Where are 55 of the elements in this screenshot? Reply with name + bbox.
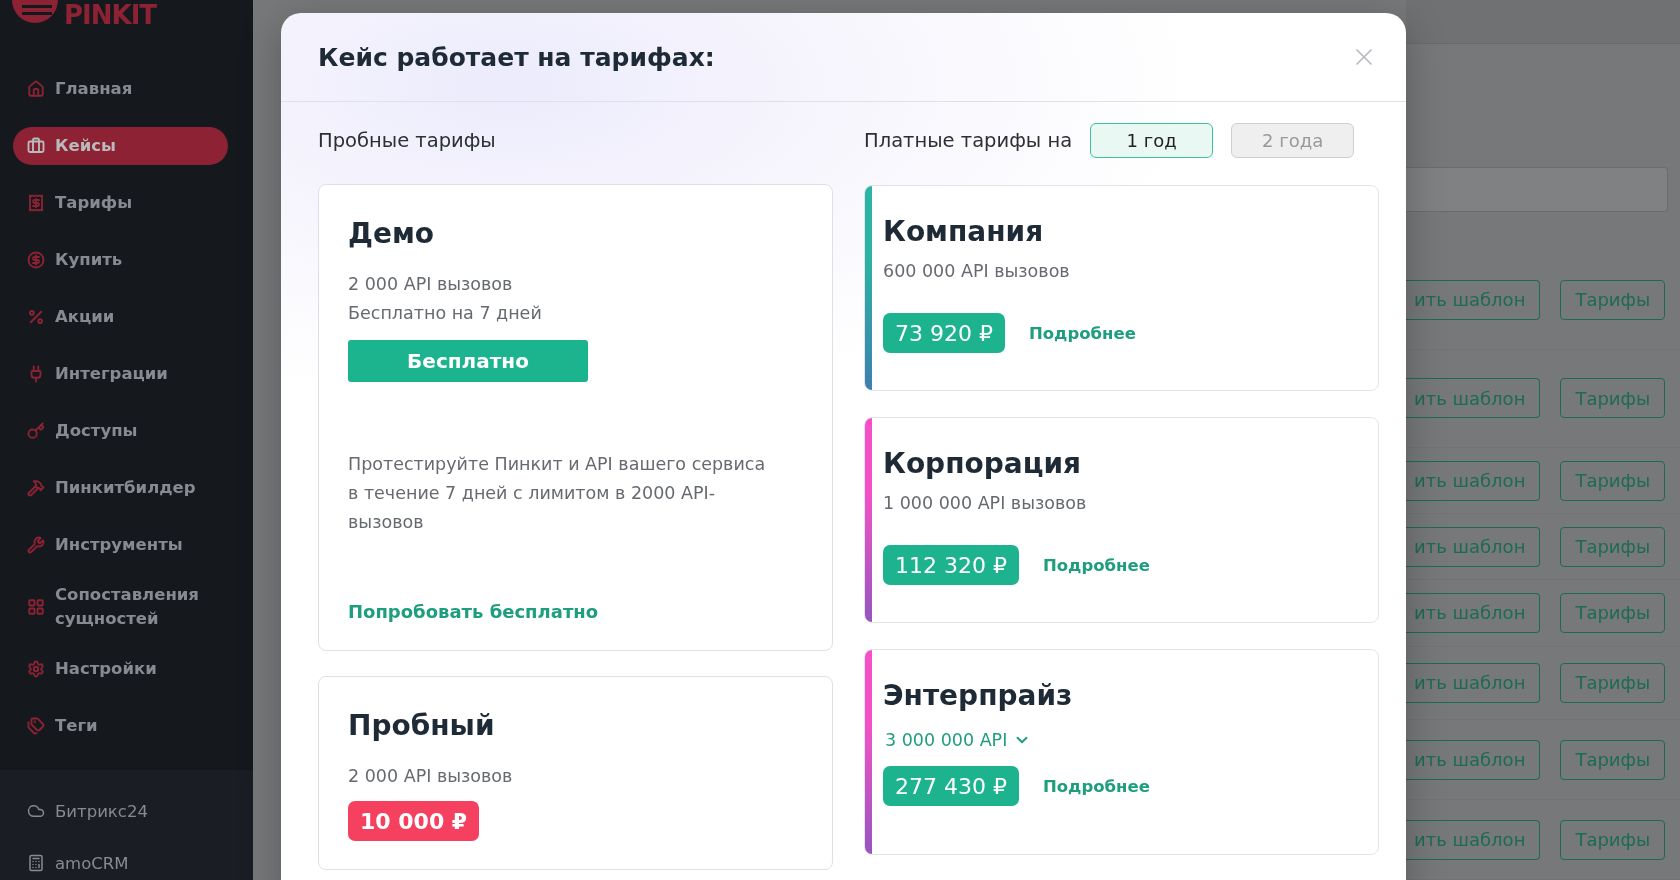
plan-title: Корпорация [883, 446, 1083, 482]
logo-text: PINKIT [64, 0, 157, 30]
plan-detail: 1 000 000 API вызовов [883, 492, 1088, 515]
free-button[interactable]: Бесплатно [348, 340, 588, 382]
price-badge: 10 000 ₽ [348, 801, 480, 841]
hammer-icon [27, 479, 45, 497]
price-badge: 112 320 ₽ [883, 545, 1019, 585]
price-badge: 73 920 ₽ [883, 313, 1005, 353]
plan-title: Энтерпрайз [883, 678, 1074, 714]
nav-item[interactable]: Купить [13, 241, 228, 279]
details-link[interactable]: Подробнее [1042, 776, 1150, 796]
plan-detail: 2 000 API вызовов [348, 273, 514, 296]
plan-title: Компания [883, 214, 1045, 250]
nav-item[interactable]: Кейсы [13, 127, 228, 165]
nav-item[interactable]: Главная [13, 70, 228, 108]
receipt-icon [27, 194, 45, 212]
details-link[interactable]: Подробнее [1042, 555, 1150, 575]
section-heading: Пробные тарифы [318, 128, 496, 152]
wrench-icon [27, 536, 45, 554]
nav-item[interactable]: Тарифы [13, 184, 228, 222]
try-free-link[interactable]: Попробовать бесплатно [348, 601, 802, 622]
cloud-icon [27, 802, 45, 820]
nav-item[interactable]: Настройки [13, 650, 228, 688]
nav-item[interactable]: Интеграции [13, 355, 228, 393]
nav-item[interactable]: Доступы [13, 412, 228, 450]
key-icon [27, 422, 45, 440]
settings-icon [27, 660, 45, 678]
section-heading: Платные тарифы на [864, 128, 1073, 152]
period-toggle[interactable]: 1 год [1090, 122, 1214, 158]
nav-item[interactable]: Акции [13, 298, 228, 336]
plan-detail: 2 000 API вызовов [348, 765, 514, 788]
calls-dropdown[interactable]: 3 000 000 API [883, 725, 1032, 754]
plan-detail: 600 000 API вызовов [883, 260, 1071, 283]
nav-item[interactable]: Битрикс24 [13, 794, 240, 828]
plan-detail: Бесплатно на 7 дней [348, 302, 543, 325]
price-badge: 277 430 ₽ [883, 766, 1019, 806]
plan-title: Пробный [348, 708, 496, 744]
details-link[interactable]: Подробнее [1028, 323, 1136, 343]
calculator-icon [27, 854, 45, 872]
search-field[interactable] [1406, 166, 1668, 212]
period-toggle[interactable]: 2 года [1231, 122, 1355, 158]
plan-title: Демо [348, 216, 436, 252]
nav-item[interactable]: amoCRM [13, 846, 240, 880]
dialog-title: Кейс работает на тарифах: [318, 42, 715, 72]
briefcase-icon [27, 137, 45, 155]
nav-item[interactable]: Сопоставления сущностей [13, 583, 228, 631]
nav-item[interactable]: Пинкитбилдер [13, 469, 228, 507]
nav-item[interactable]: Инструменты [13, 526, 228, 564]
nav-item[interactable]: Теги [13, 707, 228, 745]
tags-icon [27, 717, 45, 735]
plan-description: Протестируйте Пинкит и API вашего сервиса в течение 7 дней с лимитом в 2000 API-вызовов [348, 453, 767, 534]
coin-icon [27, 251, 45, 269]
grid-icon [27, 598, 45, 616]
home-icon [27, 80, 45, 98]
percent-icon [27, 308, 45, 326]
